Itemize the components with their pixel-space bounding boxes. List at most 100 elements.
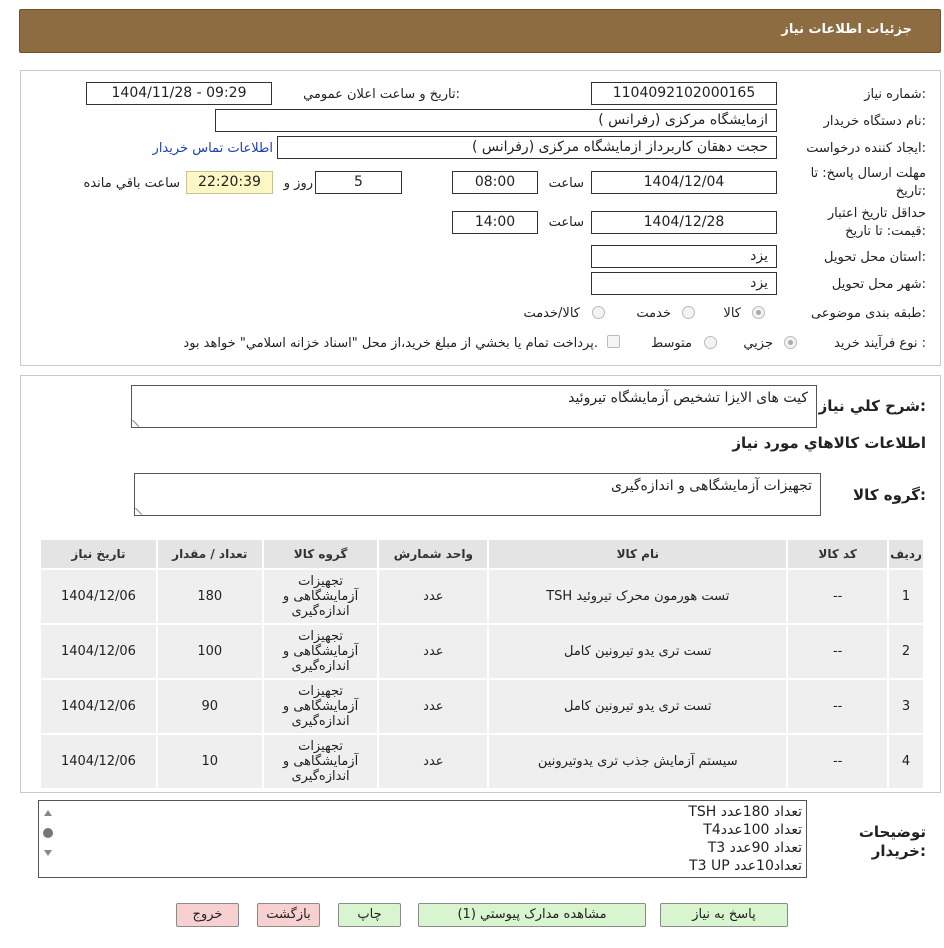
buyer-notes-label-1: توضيحات xyxy=(858,823,926,841)
process-radio-medium[interactable] xyxy=(704,336,717,349)
province-field: یزد xyxy=(591,245,777,268)
city-field: یزد xyxy=(591,272,777,295)
exit-button[interactable]: خروج xyxy=(176,903,239,927)
resize-grip-icon xyxy=(135,502,148,515)
cell-unit: عدد xyxy=(377,623,490,680)
buyer-notes-line: TSH تعداد 180عدد xyxy=(688,804,802,820)
reply-button[interactable]: پاسخ به نياز xyxy=(660,903,788,927)
payment-note: پرداخت تمام يا بخشي از مبلغ خريد،از محل … xyxy=(183,336,598,351)
days-label: روز و xyxy=(283,176,313,191)
validity-time-field: 14:00 xyxy=(452,211,538,234)
cell-group: تجهیزات آزمایشگاهی و اندازه‌گیری xyxy=(261,733,380,790)
deadline-date-field: 1404/12/04 xyxy=(591,171,777,194)
cell-code: -- xyxy=(786,623,890,680)
cell-group: تجهیزات آزمایشگاهی و اندازه‌گیری xyxy=(261,678,380,735)
cell-name: تست هورمون محرک تیروئید TSH xyxy=(487,568,789,625)
scroll-thumb-icon xyxy=(43,828,53,838)
remaining-label: ساعت باقي مانده xyxy=(83,176,180,191)
cell-qty: 180 xyxy=(155,568,264,625)
cell-unit: عدد xyxy=(377,733,490,790)
cell-name: سیستم آزمایش جذب تری یدوتیرونین xyxy=(487,733,789,790)
category-radio-service[interactable] xyxy=(682,306,695,319)
process-label: نوع فرآيند خريد : xyxy=(834,336,926,351)
table-header-row: رديف کد کالا نام کالا واحد شمارش گروه کا… xyxy=(39,538,925,570)
table-row: 3 -- تست تری یدو تیرونین کامل عدد تجهیزا… xyxy=(39,678,925,735)
general-desc-label: شرح کلي نياز: xyxy=(818,397,926,415)
print-button[interactable]: چاپ xyxy=(338,903,401,927)
category-option-goods-service: کالا/خدمت xyxy=(523,306,580,321)
category-radio-goods-service[interactable] xyxy=(592,306,605,319)
table-row: 2 -- تست تری یدو تیرونین کامل عدد تجهیزا… xyxy=(39,623,925,680)
process-radio-minor[interactable] xyxy=(784,336,797,349)
buyer-notes-textarea[interactable]: TSH تعداد 180عدد T4تعداد 100عدد T3 تعداد… xyxy=(38,800,807,878)
page-header: جزئیات اطلاعات نیاز xyxy=(19,9,941,53)
validity-label-1: حداقل تاريخ اعتبار xyxy=(827,206,926,221)
buyer-notes-line: T3 UP تعداد10عدد xyxy=(689,858,802,874)
buyer-contact-link[interactable]: اطلاعات تماس خريدار xyxy=(153,141,273,156)
cell-row: 2 xyxy=(887,623,925,680)
attachments-button[interactable]: مشاهده مدارک پيوستي (1) xyxy=(418,903,646,927)
cell-date: 1404/12/06 xyxy=(39,678,158,735)
creator-label: ايجاد کننده درخواست: xyxy=(806,141,926,156)
col-header-date: تاريخ نياز xyxy=(39,538,158,570)
validity-date-field: 1404/12/28 xyxy=(591,211,777,234)
goods-group-text: تجهیزات آزمایشگاهی و اندازه‌گیری xyxy=(610,478,812,494)
page-title: جزئیات اطلاعات نیاز xyxy=(781,22,912,37)
col-header-qty: تعداد / مقدار xyxy=(155,538,264,570)
cell-date: 1404/12/06 xyxy=(39,623,158,680)
cell-unit: عدد xyxy=(377,568,490,625)
announce-label: تاریخ و ساعت اعلان عمومي: xyxy=(303,87,460,102)
cell-qty: 10 xyxy=(155,733,264,790)
city-label: شهر محل تحويل: xyxy=(831,277,926,292)
goods-group-textarea[interactable]: تجهیزات آزمایشگاهی و اندازه‌گیری xyxy=(134,473,821,516)
col-header-group: گروه کالا xyxy=(261,538,380,570)
deadline-time-label: ساعت xyxy=(548,176,584,191)
announce-field: 1404/11/28 - 09:29 xyxy=(86,82,272,105)
back-button[interactable]: بازگشت xyxy=(257,903,320,927)
category-option-service: خدمت xyxy=(636,306,671,321)
category-radio-goods[interactable] xyxy=(752,306,765,319)
need-number-label: شماره نیاز: xyxy=(864,87,926,102)
cell-row: 4 xyxy=(887,733,925,790)
col-header-code: کد کالا xyxy=(786,538,890,570)
buyer-notes-line: T4تعداد 100عدد xyxy=(703,822,802,838)
general-desc-textarea[interactable]: کیت های الایزا تشخیص آزمایشگاه تیروئید xyxy=(131,385,817,428)
deadline-time-field: 08:00 xyxy=(452,171,538,194)
cell-qty: 100 xyxy=(155,623,264,680)
cell-code: -- xyxy=(786,733,890,790)
remaining-time-field: 22:20:39 xyxy=(186,171,273,194)
resize-grip-icon xyxy=(132,414,145,427)
buyer-notes-label-2: خريدار: xyxy=(871,842,926,860)
cell-date: 1404/12/06 xyxy=(39,733,158,790)
cell-unit: عدد xyxy=(377,678,490,735)
buyer-notes-line: T3 تعداد 90عدد xyxy=(707,840,802,856)
validity-label-2: قيمت: تا تاريخ: xyxy=(845,224,926,239)
goods-group-label: گروه کالا: xyxy=(853,486,926,504)
cell-code: -- xyxy=(786,568,890,625)
cell-name: تست تری یدو تیرونین کامل xyxy=(487,678,789,735)
category-label: طبقه بندی موضوعی: xyxy=(810,306,926,321)
scroll-up-arrow-icon xyxy=(44,810,52,816)
process-option-medium: متوسط xyxy=(651,336,692,351)
col-header-unit: واحد شمارش xyxy=(377,538,490,570)
deadline-label-1: مهلت ارسال پاسخ: تا xyxy=(810,166,926,181)
deadline-label-2: تاريخ: xyxy=(895,184,926,199)
cell-group: تجهیزات آزمایشگاهی و اندازه‌گیری xyxy=(261,568,380,625)
table-row: 1 -- تست هورمون محرک تیروئید TSH عدد تجه… xyxy=(39,568,925,625)
cell-row: 1 xyxy=(887,568,925,625)
goods-info-title: اطلاعات کالاهاي مورد نياز xyxy=(732,434,926,452)
treasury-checkbox[interactable] xyxy=(607,335,620,348)
cell-name: تست تری یدو تیرونین کامل xyxy=(487,623,789,680)
col-header-name: نام کالا xyxy=(487,538,789,570)
cell-row: 3 xyxy=(887,678,925,735)
notes-scrollbar[interactable] xyxy=(41,804,55,876)
col-header-row: رديف xyxy=(887,538,925,570)
cell-code: -- xyxy=(786,678,890,735)
creator-field: حجت دهقان کاربرداز ازمایشگاه مرکزی (رفرا… xyxy=(277,136,777,159)
process-option-minor: جزيي xyxy=(743,336,773,351)
category-option-goods: کالا xyxy=(723,306,741,321)
cell-qty: 90 xyxy=(155,678,264,735)
need-number-field: 1104092102000165 xyxy=(591,82,777,105)
items-table: رديف کد کالا نام کالا واحد شمارش گروه کا… xyxy=(39,538,925,790)
general-desc-text: کیت های الایزا تشخیص آزمایشگاه تیروئید xyxy=(568,390,808,406)
